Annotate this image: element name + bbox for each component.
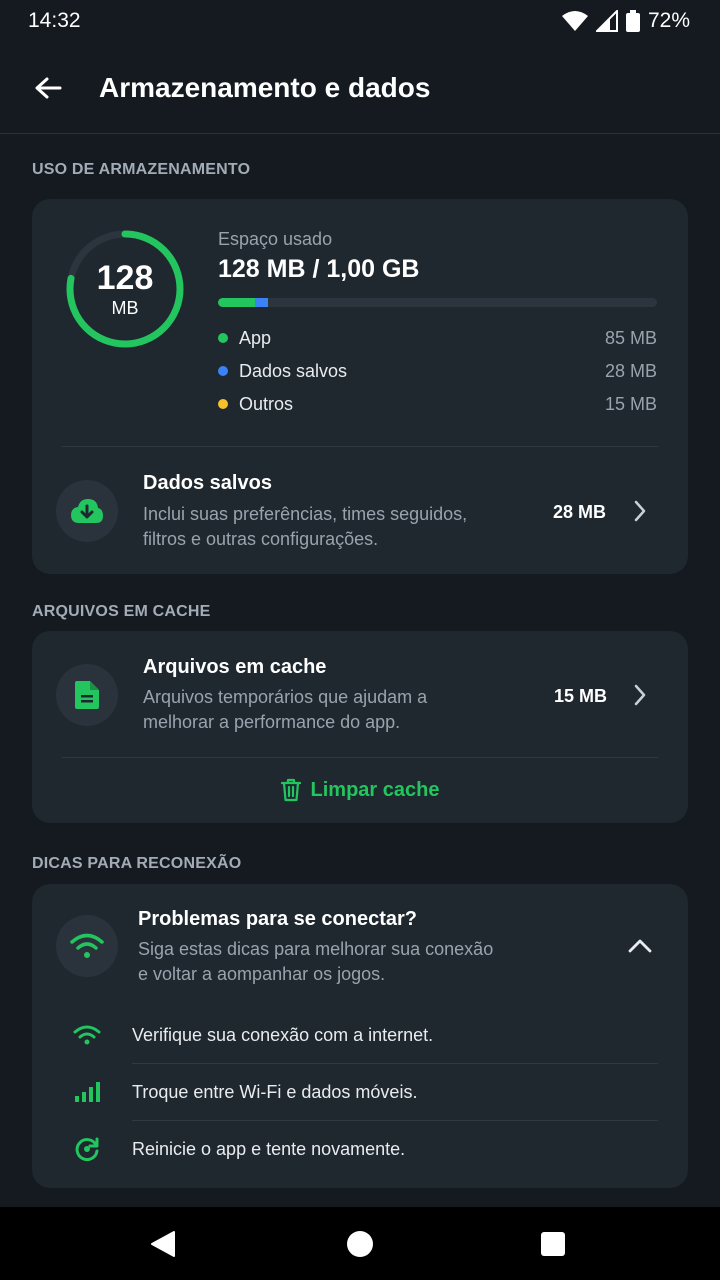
legend-item-others: Outros 15 MB [218,392,657,416]
wifi-icon [56,915,118,977]
legend-dot [218,333,228,343]
saved-data-row[interactable]: Dados salvos Inclui suas preferências, t… [32,447,688,574]
nav-back-button[interactable] [146,1227,180,1261]
legend-item-app: App 85 MB [218,326,657,350]
cloud-download-icon [56,480,118,542]
used-space-label: Espaço usado [218,229,333,249]
storage-ring: 128 MB [65,229,185,349]
ring-value: 128 [96,258,154,297]
chevron-right-icon [630,499,650,523]
battery-percent: 72% [647,9,690,32]
trash-icon [280,778,301,802]
triangle-back-icon [151,1231,175,1257]
back-button[interactable] [30,70,66,106]
divider [62,757,658,758]
clear-cache-label: Limpar cache [310,778,440,801]
legend-size: 28 MB [604,360,657,381]
usage-bar-segment [218,298,256,307]
nav-home-button[interactable] [343,1227,377,1261]
legend-size: 85 MB [604,327,657,348]
usage-bar [218,298,657,307]
legend-name: Outros [239,393,294,414]
page-title: Armazenamento e dados [99,72,431,103]
square-recents-icon [541,1232,565,1256]
cache-title: Arquivos em cache [143,656,327,678]
legend-size: 15 MB [604,393,657,414]
saved-data-desc-line2: filtros e outras configurações. [143,529,379,549]
cell-signal-icon [595,10,618,32]
used-space-value: 128 MB / 1,00 GB [218,255,420,283]
tip-text: Reinicie o app e tente novamente. [132,1138,406,1159]
saved-data-desc-line1: Inclui suas preferências, times seguidos… [143,504,468,524]
tips-title: Problemas para se conectar? [138,908,418,930]
tips-header[interactable]: Problemas para se conectar? Siga estas d… [32,884,688,1004]
battery-icon [625,10,640,32]
section-label-storage: USO DE ARMAZENAMENTO [32,161,251,178]
nav-recents-button[interactable] [536,1227,570,1261]
wifi-status-icon [561,11,588,31]
tip-item: Verifique sua conexão com a internet. [62,1007,658,1063]
file-icon [56,664,118,726]
legend-item-saved-data: Dados salvos 28 MB [218,359,657,383]
legend-name: App [239,327,272,348]
tips-card: Problemas para se conectar? Siga estas d… [32,884,688,1188]
tip-item: Reinicie o app e tente novamente. [62,1121,658,1177]
chevron-right-icon [630,683,650,707]
tip-text: Verifique sua conexão com a internet. [132,1024,434,1045]
clear-cache-button[interactable]: Limpar cache [32,760,688,820]
cache-size: 15 MB [554,686,608,706]
app-bar: Armazenamento e dados [0,42,720,134]
restart-icon [62,1136,112,1162]
legend-dot [218,366,228,376]
cache-card: Arquivos em cache Arquivos temporários q… [32,631,688,823]
wifi-icon [62,1024,112,1046]
tips-desc-line1: Siga estas dicas para melhorar sua conex… [138,939,494,959]
status-time: 14:32 [28,9,81,32]
ring-unit: MB [111,297,139,318]
storage-card: 128 MB Espaço usado 128 MB / 1,00 GB App… [32,199,688,574]
section-label-tips: DICAS PARA RECONEXÃO [32,855,242,872]
cache-desc-line1: Arquivos temporários que ajudam a [143,687,428,707]
cache-row[interactable]: Arquivos em cache Arquivos temporários q… [32,631,688,757]
system-nav-bar [0,1207,720,1280]
saved-data-size: 28 MB [553,502,607,522]
tip-item: Troque entre Wi-Fi e dados móveis. [62,1064,658,1120]
legend-dot [218,399,228,409]
signal-bars-icon [62,1081,112,1103]
cache-desc-line2: melhorar a performance do app. [143,712,401,732]
status-icons: 72% [561,9,690,33]
arrow-back-icon [35,77,62,99]
saved-data-title: Dados salvos [143,472,272,494]
section-label-cache: ARQUIVOS EM CACHE [32,603,211,620]
tip-text: Troque entre Wi-Fi e dados móveis. [132,1081,418,1102]
tips-desc-line2: e voltar a aompanhar os jogos. [138,964,386,984]
circle-home-icon [347,1231,373,1257]
chevron-up-icon[interactable] [628,934,652,958]
status-bar: 14:32 72% [0,0,720,42]
usage-bar-segment [255,298,268,307]
legend-name: Dados salvos [239,360,348,381]
